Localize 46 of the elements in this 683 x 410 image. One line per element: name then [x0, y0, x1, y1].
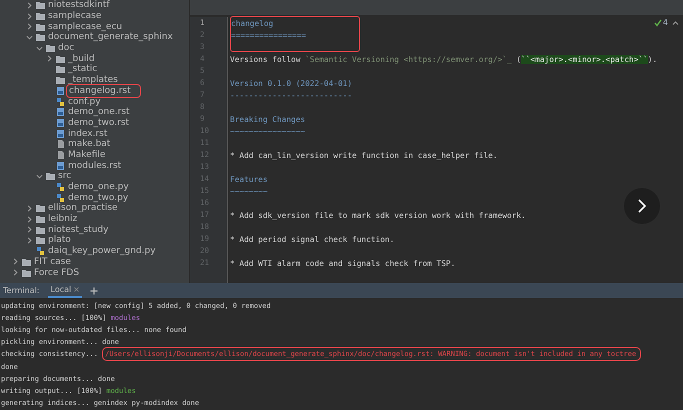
tree-item[interactable]: ellison_practise — [48, 203, 118, 214]
tree-item[interactable]: demo_one.rst — [68, 107, 130, 118]
add-icon[interactable] — [90, 286, 98, 294]
chevron-right-icon — [636, 198, 648, 214]
tree-item[interactable]: leibniz — [48, 214, 78, 224]
tree-item[interactable]: Force FDS — [34, 268, 80, 278]
tree-item[interactable]: index.rst — [68, 128, 108, 139]
tree-item[interactable]: conf.py — [68, 96, 101, 107]
tree-item[interactable]: _templates — [68, 75, 118, 86]
close-icon[interactable] — [74, 287, 80, 292]
check-icon — [654, 18, 662, 26]
tree-item[interactable]: modules.rst — [68, 160, 122, 171]
tree-item[interactable]: demo_two.rst — [68, 118, 130, 128]
tree-item[interactable]: plato — [48, 235, 71, 246]
tree-item[interactable]: samplecase_ecu — [48, 22, 122, 32]
document-icon — [56, 130, 65, 138]
tree-item[interactable]: make.bat — [68, 139, 110, 150]
chevron-icon[interactable] — [36, 172, 43, 180]
tree-item[interactable]: FIT case — [34, 256, 71, 267]
tree-item[interactable]: src — [58, 171, 72, 182]
inspection-count[interactable]: 4 — [654, 18, 668, 27]
tree-item[interactable]: samplecase — [48, 11, 102, 22]
terminal-tab[interactable]: Local — [48, 283, 82, 298]
python-file-icon — [56, 194, 65, 202]
tree-item[interactable]: document_generate_sphinx — [48, 32, 173, 42]
document-icon — [56, 118, 65, 127]
python-file-icon — [56, 98, 65, 106]
python-file-icon — [36, 247, 45, 256]
terminal-title: Terminal: — [3, 286, 40, 295]
tree-item[interactable]: doc — [58, 43, 74, 54]
chevron-up-icon[interactable] — [672, 20, 679, 26]
tree-item[interactable]: demo_one.py — [68, 182, 129, 192]
document-icon — [56, 108, 65, 116]
tree-item[interactable]: demo_two.py — [68, 192, 128, 203]
tree-item[interactable]: daiq_key_power_gnd.py — [48, 246, 156, 256]
next-button[interactable] — [624, 188, 660, 224]
tree-item[interactable]: changelog.rst — [68, 86, 139, 96]
tree-item[interactable]: _static — [68, 64, 98, 74]
document-icon — [56, 86, 65, 95]
document-icon — [56, 162, 65, 170]
tree-item[interactable]: niotestsdkintf — [48, 0, 110, 10]
python-file-icon — [56, 183, 65, 192]
tree-item[interactable]: Makefile — [68, 150, 106, 160]
tree-item[interactable]: niotest_study — [48, 224, 108, 235]
tree-item[interactable]: _build — [68, 54, 95, 64]
folder-icon — [46, 172, 55, 180]
